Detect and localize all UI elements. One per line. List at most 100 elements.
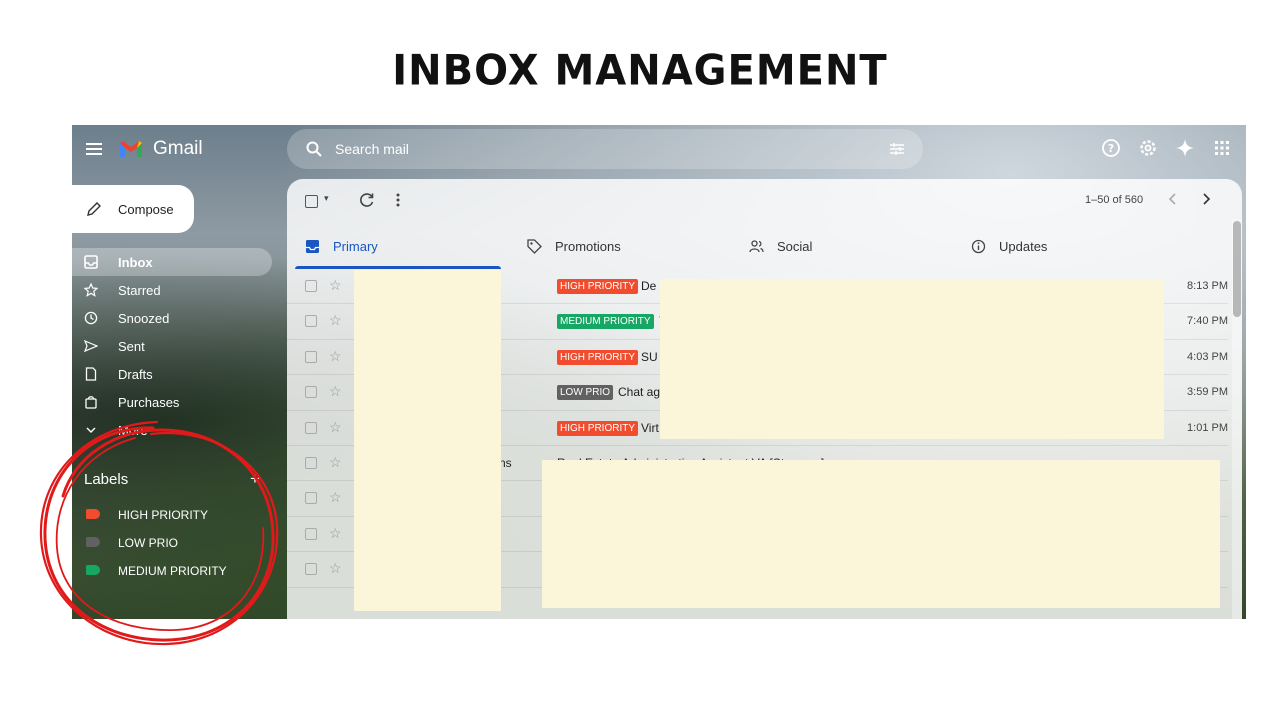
- sidebar-item-label: Snoozed: [118, 311, 170, 326]
- label-list: HIGH PRIORITY LOW PRIO MEDIUM PRIORITY: [72, 500, 272, 584]
- shopping-bag-icon: [85, 396, 97, 409]
- star-icon: [84, 283, 98, 297]
- tab-label: Promotions: [555, 239, 621, 254]
- star-icon[interactable]: ☆: [329, 419, 342, 436]
- sidebar-item-drafts[interactable]: Drafts: [72, 360, 272, 388]
- tab-updates[interactable]: Updates: [953, 223, 1175, 269]
- draft-icon: [85, 367, 97, 381]
- label-badge: HIGH PRIORITY: [557, 420, 639, 436]
- sidebar-item-label: Starred: [118, 283, 161, 298]
- settings-icon[interactable]: [1138, 138, 1158, 158]
- more-vert-icon[interactable]: [395, 192, 401, 208]
- row-checkbox[interactable]: [305, 492, 317, 505]
- label-badge: LOW PRIO: [557, 385, 614, 401]
- label-tag-icon: [86, 565, 100, 575]
- label-item-medium-priority[interactable]: MEDIUM PRIORITY: [72, 556, 272, 584]
- compose-button[interactable]: Compose: [72, 185, 194, 233]
- row-checkbox[interactable]: [305, 315, 317, 328]
- row-checkbox[interactable]: [305, 527, 317, 540]
- clock-icon: [84, 311, 98, 325]
- sidebar-item-label: Purchases: [118, 395, 180, 410]
- svg-text:?: ?: [1108, 142, 1114, 155]
- gemini-sparkle-icon[interactable]: [1175, 138, 1195, 158]
- sidebar-item-sent[interactable]: Sent: [72, 332, 272, 360]
- scrollbar-thumb[interactable]: [1233, 221, 1241, 317]
- label-name: MEDIUM PRIORITY: [118, 564, 227, 578]
- label-name: LOW PRIO: [118, 536, 179, 550]
- label-name: HIGH PRIORITY: [118, 508, 209, 522]
- filter-icon[interactable]: [889, 141, 905, 157]
- sidebar-item-label: Drafts: [118, 367, 153, 382]
- email-time: 7:40 PM: [1187, 315, 1228, 328]
- email-time: 3:59 PM: [1187, 386, 1228, 399]
- people-icon: [749, 240, 764, 253]
- tag-icon: [527, 239, 542, 254]
- chevron-right-icon[interactable]: [1199, 192, 1213, 206]
- label-tag-icon: [86, 509, 100, 519]
- tab-promotions[interactable]: Promotions: [509, 223, 731, 269]
- refresh-icon[interactable]: [359, 192, 375, 208]
- label-badge: HIGH PRIORITY: [557, 349, 639, 365]
- sidebar-item-purchases[interactable]: Purchases: [72, 388, 272, 416]
- chevron-down-icon: [86, 427, 96, 433]
- row-checkbox[interactable]: [305, 563, 317, 576]
- star-icon[interactable]: ☆: [329, 560, 342, 577]
- star-icon[interactable]: ☆: [329, 277, 342, 294]
- redaction-block: [542, 460, 1220, 608]
- gmail-logo-icon[interactable]: [118, 139, 144, 159]
- row-checkbox[interactable]: [305, 386, 317, 399]
- label-item-low-prio[interactable]: LOW PRIO: [72, 528, 272, 556]
- star-icon[interactable]: ☆: [329, 312, 342, 329]
- help-icon[interactable]: ?: [1101, 138, 1121, 158]
- email-subject: Virt: [641, 420, 659, 435]
- search-bar[interactable]: Search mail: [287, 129, 923, 169]
- search-icon[interactable]: [305, 140, 323, 158]
- create-label-button[interactable]: +: [250, 469, 260, 489]
- menu-icon[interactable]: [86, 143, 102, 155]
- email-subject: Chat ag: [618, 385, 661, 400]
- tab-label: Primary: [333, 239, 378, 254]
- redaction-block: [660, 279, 1164, 439]
- email-time: 8:13 PM: [1187, 280, 1228, 292]
- label-item-high-priority[interactable]: HIGH PRIORITY: [72, 500, 272, 528]
- category-tabs: Primary Promotions Social Updates: [287, 223, 1242, 269]
- inbox-icon: [84, 255, 98, 269]
- tab-label: Updates: [999, 239, 1048, 254]
- star-icon[interactable]: ☆: [329, 383, 342, 400]
- sidebar-item-inbox[interactable]: Inbox: [72, 248, 272, 276]
- row-checkbox[interactable]: [305, 280, 317, 292]
- tab-primary[interactable]: Primary: [287, 223, 509, 269]
- row-checkbox[interactable]: [305, 456, 317, 469]
- select-all-checkbox[interactable]: [305, 195, 318, 208]
- row-checkbox[interactable]: [305, 421, 317, 434]
- send-icon: [84, 339, 98, 353]
- email-time: 4:03 PM: [1187, 350, 1228, 363]
- gmail-screenshot: Gmail Search mail ? Compose Inbox Starre…: [72, 125, 1246, 619]
- tab-social[interactable]: Social: [731, 223, 953, 269]
- sidebar-item-snoozed[interactable]: Snoozed: [72, 304, 272, 332]
- sidebar-item-label: Sent: [118, 339, 145, 354]
- sidebar-item-label: More: [118, 423, 148, 438]
- label-badge: MEDIUM PRIORITY: [557, 314, 654, 330]
- gmail-wordmark[interactable]: Gmail: [153, 138, 203, 160]
- star-icon[interactable]: ☆: [329, 454, 342, 471]
- sidebar-nav: Inbox Starred Snoozed Sent Drafts Purcha…: [72, 248, 272, 444]
- redaction-block: [354, 270, 501, 611]
- slide-title: INBOX MANAGEMENT: [392, 46, 888, 96]
- info-icon: [971, 239, 986, 254]
- inbox-icon: [306, 240, 319, 253]
- select-dropdown-caret[interactable]: ▾: [324, 193, 329, 204]
- pencil-icon: [87, 202, 101, 216]
- star-icon[interactable]: ☆: [329, 348, 342, 365]
- search-input[interactable]: Search mail: [335, 141, 409, 157]
- email-subject: SU: [641, 349, 658, 364]
- tab-label: Social: [777, 239, 813, 254]
- star-icon[interactable]: ☆: [329, 525, 342, 542]
- sidebar-item-starred[interactable]: Starred: [72, 276, 272, 304]
- email-subject: De: [641, 279, 657, 293]
- row-checkbox[interactable]: [305, 350, 317, 363]
- apps-grid-icon[interactable]: [1212, 138, 1232, 158]
- star-icon[interactable]: ☆: [329, 489, 342, 506]
- sidebar-item-more[interactable]: More: [72, 416, 272, 444]
- chevron-left-icon[interactable]: [1166, 192, 1180, 206]
